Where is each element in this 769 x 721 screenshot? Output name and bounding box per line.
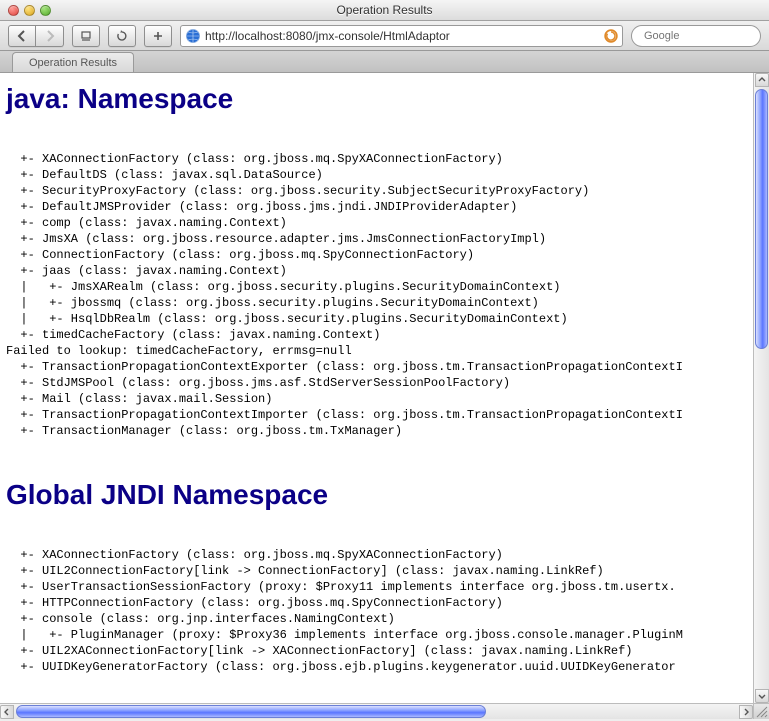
vscroll-thumb[interactable] — [755, 89, 768, 349]
forward-icon — [44, 30, 56, 42]
bookmark-button[interactable] — [72, 25, 100, 47]
horizontal-scrollbar[interactable] — [0, 703, 753, 719]
window-title: Operation Results — [336, 3, 432, 17]
scroll-up-button[interactable] — [755, 73, 769, 87]
jndi-tree-global: +- XAConnectionFactory (class: org.jboss… — [6, 547, 747, 675]
jndi-tree-java: +- XAConnectionFactory (class: org.jboss… — [6, 151, 747, 439]
browser-toolbar: http://localhost:8080/jmx-console/HtmlAd… — [0, 21, 769, 51]
tab-operation-results[interactable]: Operation Results — [12, 52, 134, 72]
url-text: http://localhost:8080/jmx-console/HtmlAd… — [205, 29, 600, 43]
chevron-right-icon — [742, 708, 750, 716]
content-area: java: Namespace +- XAConnectionFactory (… — [0, 73, 769, 719]
hscroll-thumb[interactable] — [16, 705, 486, 718]
vscroll-track[interactable] — [755, 89, 768, 687]
scroll-down-button[interactable] — [755, 689, 769, 703]
tab-label: Operation Results — [29, 57, 117, 69]
close-window-button[interactable] — [8, 5, 19, 16]
reload-button[interactable] — [108, 25, 136, 47]
tab-bar: Operation Results — [0, 51, 769, 73]
forward-button[interactable] — [36, 25, 64, 47]
traffic-lights — [8, 5, 51, 16]
vertical-scrollbar[interactable] — [753, 73, 769, 703]
url-status-icon — [604, 29, 618, 43]
chevron-down-icon — [758, 692, 766, 700]
resize-grip[interactable] — [753, 703, 769, 719]
page-body: java: Namespace +- XAConnectionFactory (… — [0, 73, 753, 703]
globe-icon — [185, 28, 201, 44]
scroll-right-button[interactable] — [739, 705, 753, 719]
scroll-left-button[interactable] — [0, 705, 14, 719]
heading-global-namespace: Global JNDI Namespace — [6, 479, 747, 511]
stop-reload-icon — [604, 29, 618, 43]
add-tab-button[interactable] — [144, 25, 172, 47]
reload-icon — [116, 30, 128, 42]
search-input[interactable] — [644, 30, 769, 42]
bookmark-icon — [80, 30, 92, 42]
back-button[interactable] — [8, 25, 36, 47]
hscroll-track[interactable] — [16, 705, 737, 718]
heading-java-namespace: java: Namespace — [6, 83, 747, 115]
zoom-window-button[interactable] — [40, 5, 51, 16]
chevron-left-icon — [3, 708, 11, 716]
chevron-up-icon — [758, 76, 766, 84]
back-icon — [16, 30, 28, 42]
site-favicon — [185, 28, 201, 44]
minimize-window-button[interactable] — [24, 5, 35, 16]
search-field-wrap[interactable] — [631, 25, 761, 47]
url-bar[interactable]: http://localhost:8080/jmx-console/HtmlAd… — [180, 25, 623, 47]
page-viewport: java: Namespace +- XAConnectionFactory (… — [0, 73, 753, 703]
window-titlebar: Operation Results — [0, 0, 769, 21]
resize-icon — [754, 704, 768, 718]
plus-icon — [152, 30, 164, 42]
